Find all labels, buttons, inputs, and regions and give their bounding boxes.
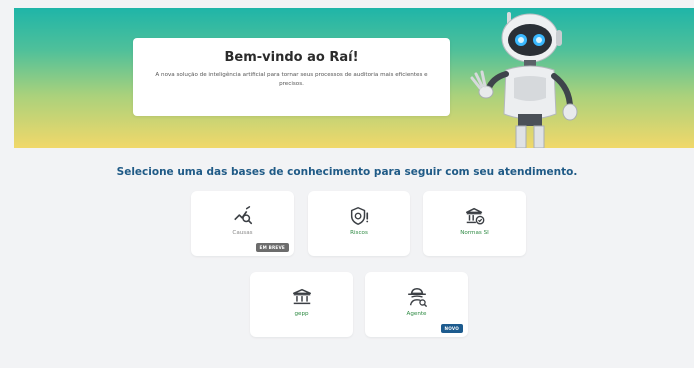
welcome-title: Bem-vindo ao Raí! — [224, 50, 359, 65]
hero-banner: Bem-vindo ao Raí! A nova solução de inte… — [14, 8, 694, 148]
knowledge-base-card-gepp[interactable]: gepp — [250, 272, 353, 337]
bank-check-icon — [465, 207, 484, 225]
knowledge-base-card-causas[interactable]: Causas EM BREVE — [191, 191, 294, 256]
card-label: gepp — [294, 311, 309, 317]
detective-icon — [407, 288, 427, 307]
card-label: Normas SI — [460, 230, 489, 236]
new-badge: NOVO — [440, 324, 463, 333]
knowledge-base-card-agente[interactable]: Agente NOVO — [365, 272, 468, 337]
robot-mascot-icon — [470, 12, 578, 148]
card-label: Agente — [406, 311, 427, 317]
card-label: Riscos — [350, 230, 368, 236]
coming-soon-badge: EM BREVE — [255, 243, 289, 252]
knowledge-base-card-normas-si[interactable]: Normas SI — [423, 191, 526, 256]
chart-search-icon — [233, 206, 252, 225]
page: Bem-vindo ao Raí! A nova solução de inte… — [0, 0, 694, 368]
card-label: Causas — [232, 230, 253, 236]
bank-icon — [292, 288, 311, 305]
welcome-subtitle: A nova solução de inteligência artificia… — [155, 72, 428, 87]
shield-alert-icon — [350, 207, 369, 225]
knowledge-base-card-riscos[interactable]: Riscos — [308, 191, 410, 256]
page-headline: Selecione uma das bases de conhecimento … — [116, 166, 578, 178]
welcome-card: Bem-vindo ao Raí! A nova solução de inte… — [133, 38, 450, 116]
